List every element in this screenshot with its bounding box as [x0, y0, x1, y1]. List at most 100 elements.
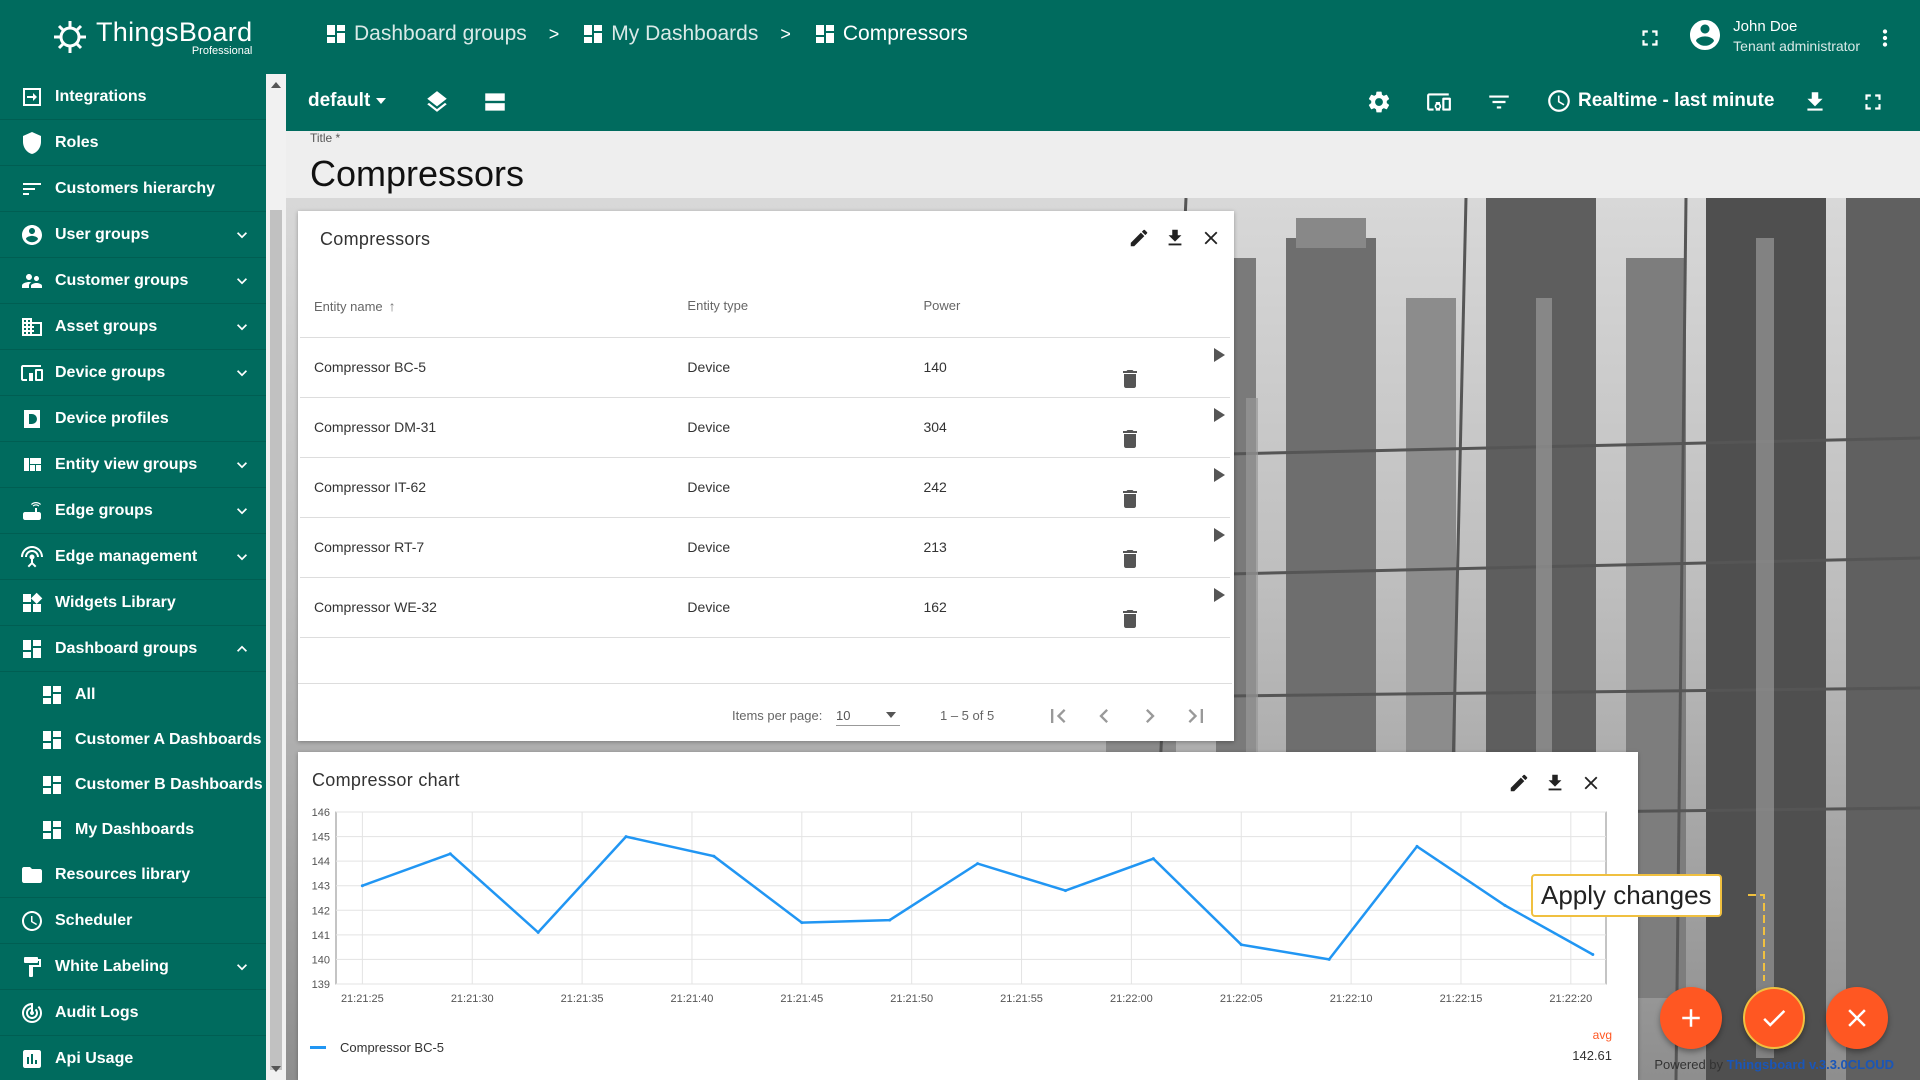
- sidebar-item-widgets-library[interactable]: Widgets Library: [0, 580, 266, 626]
- sidebar-item-all[interactable]: All: [0, 672, 266, 717]
- play-arrow-icon[interactable]: [1206, 403, 1230, 427]
- entity-type-cell: Device: [673, 457, 910, 518]
- delete-icon[interactable]: [1118, 427, 1142, 451]
- chevron-down-icon[interactable]: [232, 501, 252, 521]
- state-selector[interactable]: default: [308, 90, 387, 112]
- insert-chart-icon: [20, 1047, 44, 1071]
- sidebar-item-asset-groups[interactable]: Asset groups: [0, 304, 266, 350]
- title-field-value[interactable]: Compressors: [310, 153, 524, 195]
- more-vert-icon[interactable]: [1872, 25, 1898, 51]
- thingsboard-logo[interactable]: ThingsBoard Professional: [0, 0, 286, 74]
- dashboard-icon: [20, 637, 44, 661]
- delete-icon[interactable]: [1118, 487, 1142, 511]
- table-row[interactable]: Compressor WE-32 Device 162: [300, 577, 1230, 638]
- table-row[interactable]: Compressor BC-5 Device 140: [300, 337, 1230, 398]
- user-menu[interactable]: John Doe Tenant administrator: [1687, 16, 1860, 54]
- data-point: [976, 862, 980, 866]
- avg-value: 142.61: [1572, 1048, 1612, 1063]
- chevron-down-icon[interactable]: [232, 225, 252, 245]
- column-header-power[interactable]: Power: [909, 275, 1084, 338]
- play-arrow-icon[interactable]: [1206, 583, 1230, 607]
- column-header-entity-type[interactable]: Entity type: [673, 275, 910, 338]
- sidebar-item-scheduler[interactable]: Scheduler: [0, 898, 266, 944]
- line-chart[interactable]: 139 140 141 142 143 144 145 146 21:21:25 21:21:30…: [298, 808, 1638, 1068]
- add-widget-button[interactable]: [1660, 987, 1722, 1049]
- fullscreen-icon[interactable]: [1637, 25, 1663, 51]
- column-header-label: Power: [923, 298, 961, 314]
- chevron-up-icon[interactable]: [232, 639, 252, 659]
- play-arrow-icon[interactable]: [1206, 343, 1230, 367]
- sidebar-item-api-usage[interactable]: Api Usage: [0, 1036, 266, 1080]
- timewindow-selector[interactable]: Realtime - last minute: [1546, 88, 1774, 114]
- sidebar-scrollbar[interactable]: [266, 74, 286, 1080]
- table-row[interactable]: Compressor DM-31 Device 304: [300, 397, 1230, 458]
- edit-icon[interactable]: [1128, 227, 1150, 249]
- scroll-up-arrow[interactable]: [271, 82, 281, 88]
- sidebar-item-customer-a-dashboards[interactable]: Customer A Dashboards: [0, 717, 266, 762]
- y-tick-label: 145: [312, 832, 330, 844]
- fullscreen-icon[interactable]: [1860, 89, 1886, 115]
- chevron-down-icon[interactable]: [232, 547, 252, 567]
- first-page-icon[interactable]: [1044, 702, 1072, 730]
- sidebar-item-resources-library[interactable]: Resources library: [0, 852, 266, 898]
- sidebar-item-edge-groups[interactable]: Edge groups: [0, 488, 266, 534]
- chevron-down-icon[interactable]: [232, 363, 252, 383]
- sidebar-item-dashboard-groups[interactable]: Dashboard groups: [0, 626, 266, 672]
- breadcrumb-dashboard-groups[interactable]: Dashboard groups: [324, 22, 527, 46]
- close-icon[interactable]: [1580, 772, 1602, 794]
- sidebar-item-label: All: [75, 685, 96, 703]
- sidebar-item-integrations[interactable]: Integrations: [0, 74, 266, 120]
- chevron-down-icon[interactable]: [232, 271, 252, 291]
- powered-by-link[interactable]: Thingsboard v.3.3.0CLOUD: [1727, 1057, 1894, 1072]
- apply-changes-button[interactable]: [1743, 987, 1805, 1049]
- delete-icon[interactable]: [1118, 367, 1142, 391]
- sidebar-item-entity-view-groups[interactable]: Entity view groups: [0, 442, 266, 488]
- chevron-down-icon[interactable]: [232, 455, 252, 475]
- scrollbar-thumb[interactable]: [270, 210, 282, 1070]
- sidebar-item-device-groups[interactable]: Device groups: [0, 350, 266, 396]
- sidebar: ThingsBoard Professional Integrations Rol…: [0, 0, 286, 1080]
- sidebar-item-user-groups[interactable]: User groups: [0, 212, 266, 258]
- download-icon[interactable]: [1164, 227, 1186, 249]
- column-header-entity-name[interactable]: Entity name ↑: [300, 275, 674, 338]
- chevron-right-icon[interactable]: [1136, 702, 1164, 730]
- dashboard-icon: [40, 683, 64, 707]
- breadcrumb-my-dashboards[interactable]: My Dashboards: [581, 22, 758, 46]
- chart-legend[interactable]: Compressor BC-5: [310, 1040, 444, 1055]
- sidebar-item-edge-management[interactable]: Edge management: [0, 534, 266, 580]
- user-name: John Doe: [1733, 18, 1798, 35]
- dashboard-title-field[interactable]: Title * Compressors: [286, 131, 1920, 198]
- play-arrow-icon[interactable]: [1206, 523, 1230, 547]
- sidebar-item-customer-groups[interactable]: Customer groups: [0, 258, 266, 304]
- chevron-left-icon[interactable]: [1090, 702, 1118, 730]
- edit-icon[interactable]: [1508, 772, 1530, 794]
- close-icon[interactable]: [1200, 227, 1222, 249]
- download-icon[interactable]: [1544, 772, 1566, 794]
- last-page-icon[interactable]: [1182, 702, 1210, 730]
- delete-icon[interactable]: [1118, 547, 1142, 571]
- settings-icon[interactable]: [1366, 89, 1392, 115]
- table-row[interactable]: Compressor IT-62 Device 242: [300, 457, 1230, 518]
- row-actions: [1084, 337, 1230, 398]
- delete-icon[interactable]: [1118, 607, 1142, 631]
- sidebar-item-device-profiles[interactable]: Device profiles: [0, 396, 266, 442]
- sidebar-item-my-dashboards[interactable]: My Dashboards: [0, 807, 266, 852]
- decline-changes-button[interactable]: [1826, 987, 1888, 1049]
- items-per-page-select[interactable]: 10: [836, 700, 900, 726]
- chevron-down-icon[interactable]: [232, 957, 252, 977]
- sidebar-item-roles[interactable]: Roles: [0, 120, 266, 166]
- sidebar-item-label: User groups: [55, 225, 150, 243]
- table-row[interactable]: Compressor RT-7 Device 213: [300, 517, 1230, 578]
- filter-list-icon[interactable]: [1486, 89, 1512, 115]
- sidebar-item-audit-logs[interactable]: Audit Logs: [0, 990, 266, 1036]
- sidebar-item-customers-hierarchy[interactable]: Customers hierarchy: [0, 166, 266, 212]
- chevron-down-icon[interactable]: [232, 317, 252, 337]
- devices-other-icon[interactable]: [1426, 89, 1452, 115]
- layers-icon[interactable]: [424, 89, 450, 115]
- play-arrow-icon[interactable]: [1206, 463, 1230, 487]
- sidebar-item-white-labeling[interactable]: White Labeling: [0, 944, 266, 990]
- scroll-down-arrow[interactable]: [271, 1066, 281, 1072]
- view-agenda-icon[interactable]: [482, 89, 508, 115]
- sidebar-item-customer-b-dashboards[interactable]: Customer B Dashboards: [0, 762, 266, 807]
- download-icon[interactable]: [1802, 89, 1828, 115]
